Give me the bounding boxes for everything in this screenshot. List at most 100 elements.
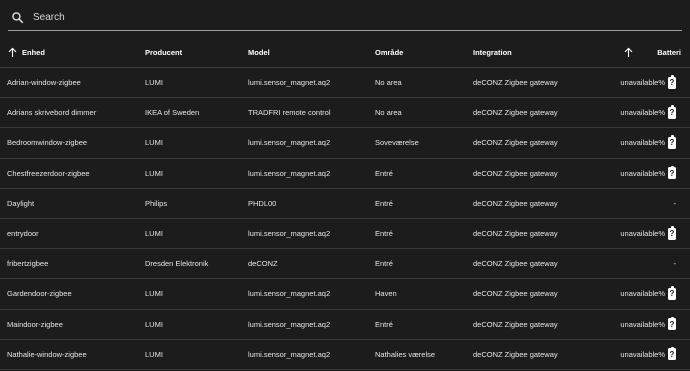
device-manufacturer: LUMI [145, 138, 163, 148]
device-battery: - [674, 189, 677, 218]
device-model: lumi.sensor_magnet.aq2 [248, 138, 331, 148]
table-row[interactable]: fribertzigbee Dresden Elektronik deCONZ … [0, 249, 690, 280]
device-integration: deCONZ Zigbee gateway [473, 108, 558, 118]
table-row[interactable]: Nathalie-window-zigbee LUMI lumi.sensor_… [0, 340, 690, 370]
column-header-model[interactable]: Model [248, 37, 270, 67]
column-header-area[interactable]: Område [375, 37, 403, 67]
table-row[interactable]: Adrians skrivebord dimmer IKEA of Sweden… [0, 98, 690, 129]
column-header-battery[interactable]: Batteri [657, 37, 681, 67]
device-integration: deCONZ Zigbee gateway [473, 259, 558, 269]
battery-value: - [673, 259, 677, 269]
device-area: Entré [375, 168, 393, 178]
device-area: Entré [375, 229, 393, 239]
column-header-name-label: Enhed [22, 47, 45, 57]
battery-value: unavailable% [620, 168, 665, 178]
battery-value: unavailable% [620, 229, 665, 239]
battery-unknown-icon: ? [668, 316, 676, 331]
device-battery: unavailable% ? [620, 279, 676, 308]
search-bar[interactable]: Search [8, 5, 682, 31]
device-model: lumi.sensor_magnet.aq2 [248, 349, 331, 359]
device-model: lumi.sensor_magnet.aq2 [248, 168, 331, 178]
battery-value: unavailable% [620, 78, 665, 88]
device-name: Adrians skrivebord dimmer [7, 108, 97, 118]
device-model: lumi.sensor_magnet.aq2 [248, 229, 331, 239]
device-battery: unavailable% ? [620, 68, 676, 97]
device-battery: unavailable% ? [620, 340, 676, 369]
device-model: deCONZ [248, 259, 278, 269]
device-name: Nathalie-window-zigbee [7, 349, 87, 359]
device-name: Daylight [7, 198, 35, 208]
device-battery: unavailable% ? [620, 128, 676, 157]
device-integration: deCONZ Zigbee gateway [473, 168, 558, 178]
table-row[interactable]: Adrian-window-zigbee LUMI lumi.sensor_ma… [0, 68, 690, 99]
battery-value: - [673, 198, 677, 208]
device-manufacturer: LUMI [145, 349, 163, 359]
device-model: lumi.sensor_magnet.aq2 [248, 289, 331, 299]
battery-value: unavailable% [620, 349, 665, 359]
device-area: No area [375, 108, 402, 118]
table-row[interactable]: Maindoor-zigbee LUMI lumi.sensor_magnet.… [0, 310, 690, 340]
device-integration: deCONZ Zigbee gateway [473, 198, 558, 208]
device-integration: deCONZ Zigbee gateway [473, 138, 558, 148]
table-row[interactable]: Chestfreezerdoor-zigbee LUMI lumi.sensor… [0, 159, 690, 189]
search-icon [10, 11, 24, 25]
column-header-name[interactable]: Enhed [7, 37, 45, 67]
device-area: No area [375, 78, 402, 88]
device-area: Nathalies værelse [375, 349, 436, 359]
device-manufacturer: LUMI [145, 319, 163, 329]
device-manufacturer: LUMI [145, 168, 163, 178]
devices-table: Enhed Producent Model Område Integration… [0, 37, 690, 370]
battery-value: unavailable% [620, 108, 665, 118]
table-header: Enhed Producent Model Område Integration… [0, 37, 690, 68]
device-battery: unavailable% ? [620, 310, 676, 339]
device-model: lumi.sensor_magnet.aq2 [248, 78, 331, 88]
battery-value: unavailable% [620, 138, 665, 148]
battery-unknown-icon: ? [668, 226, 676, 240]
device-manufacturer: LUMI [145, 229, 163, 239]
battery-unknown-icon: ? [668, 346, 676, 361]
battery-unknown-icon: ? [668, 105, 676, 119]
device-area: Entré [375, 259, 393, 269]
battery-unknown-icon: ? [668, 165, 676, 180]
battery-unknown-icon: ? [668, 75, 676, 89]
device-name: Bedroomwindow-zigbee [7, 138, 88, 148]
battery-unknown-icon: ? [668, 286, 676, 300]
search-input[interactable]: Search [33, 12, 65, 23]
battery-sort-control[interactable] [623, 37, 638, 67]
device-name: Chestfreezerdoor-zigbee [7, 168, 90, 178]
column-header-manufacturer[interactable]: Producent [145, 37, 182, 67]
device-integration: deCONZ Zigbee gateway [473, 229, 558, 239]
device-battery: unavailable% ? [620, 219, 676, 248]
table-row[interactable]: Daylight Philips PHDL00 Entré deCONZ Zig… [0, 189, 690, 219]
device-integration: deCONZ Zigbee gateway [473, 319, 558, 329]
battery-value: unavailable% [620, 319, 665, 329]
battery-unknown-icon: ? [668, 135, 676, 149]
table-row[interactable]: entrydoor LUMI lumi.sensor_magnet.aq2 En… [0, 219, 690, 250]
device-name: entrydoor [7, 229, 39, 239]
device-manufacturer: Philips [145, 198, 168, 208]
device-manufacturer: IKEA of Sweden [145, 108, 200, 118]
sort-ascending-icon[interactable] [623, 47, 634, 58]
device-manufacturer: LUMI [145, 78, 163, 88]
device-name: fribertzigbee [7, 259, 49, 269]
table-row[interactable]: Gardendoor-zigbee LUMI lumi.sensor_magne… [0, 279, 690, 310]
device-model: TRADFRI remote control [248, 108, 331, 118]
device-model: lumi.sensor_magnet.aq2 [248, 319, 331, 329]
device-integration: deCONZ Zigbee gateway [473, 78, 558, 88]
device-battery: unavailable% ? [620, 159, 676, 188]
device-model: PHDL00 [248, 198, 277, 208]
device-battery: - [674, 249, 677, 278]
device-area: Haven [375, 289, 397, 299]
battery-value: unavailable% [620, 289, 665, 299]
device-area: Entré [375, 319, 393, 329]
device-area: Entré [375, 198, 393, 208]
column-header-integration[interactable]: Integration [473, 37, 512, 67]
sort-ascending-icon[interactable] [7, 47, 18, 58]
device-manufacturer: LUMI [145, 289, 163, 299]
device-area: Soveværelse [375, 138, 419, 148]
device-integration: deCONZ Zigbee gateway [473, 349, 558, 359]
device-battery: unavailable% ? [620, 98, 676, 127]
device-integration: deCONZ Zigbee gateway [473, 289, 558, 299]
device-manufacturer: Dresden Elektronik [145, 259, 209, 269]
table-row[interactable]: Bedroomwindow-zigbee LUMI lumi.sensor_ma… [0, 128, 690, 159]
